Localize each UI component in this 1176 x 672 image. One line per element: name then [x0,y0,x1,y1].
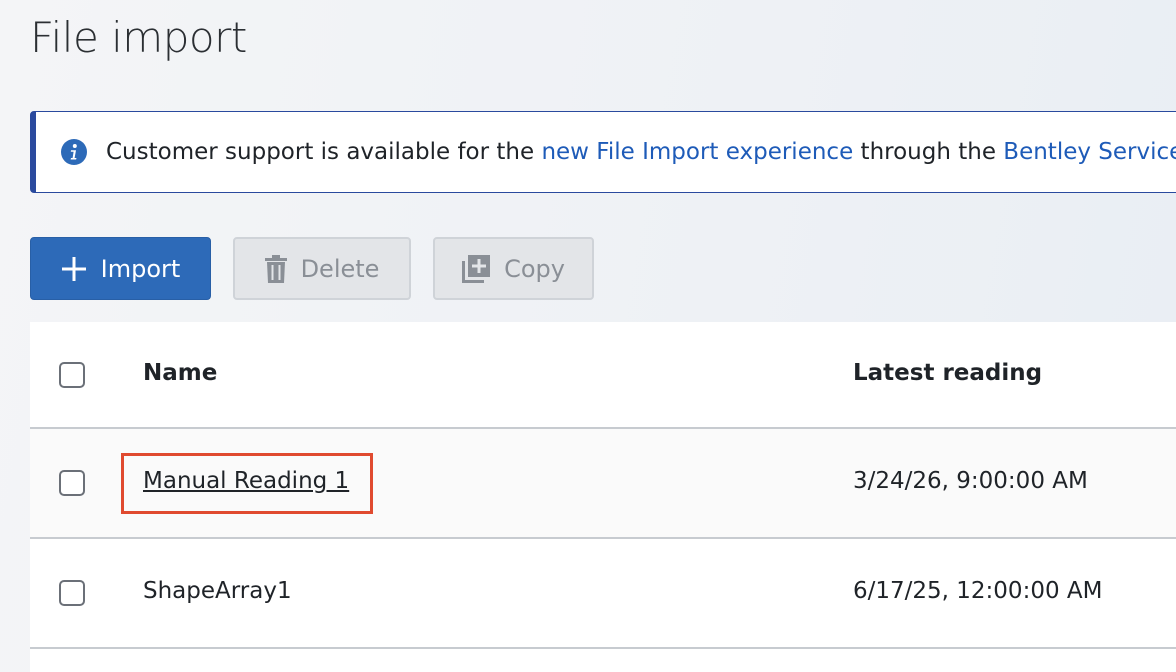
row-checkbox[interactable] [59,470,85,496]
page-title: File import [30,13,247,62]
table-row[interactable]: Manual Reading 1 3/24/26, 9:00:00 AM [30,429,1176,539]
delete-button-label: Delete [300,254,380,283]
import-button-label: Import [100,254,181,283]
copy-icon [462,254,491,283]
trash-icon [264,254,287,283]
column-header-latest-reading[interactable]: Latest reading [853,360,1042,386]
select-all-checkbox[interactable] [59,362,85,388]
row-name-link[interactable]: Manual Reading 1 [143,468,349,494]
readings-table: Name Latest reading Manual Reading 1 3/2… [30,322,1176,672]
new-file-import-link[interactable]: new File Import experience [541,139,853,165]
info-banner: Customer support is available for the ne… [30,111,1176,193]
table-header: Name Latest reading [30,322,1176,429]
info-icon [61,139,87,165]
banner-text-middle: through the [853,139,1004,165]
import-button[interactable]: Import [30,237,211,300]
bentley-services-link[interactable]: Bentley Services [1003,139,1176,165]
row-checkbox[interactable] [59,580,85,606]
row-latest-reading: 6/17/25, 12:00:00 AM [853,578,1103,604]
delete-button[interactable]: Delete [233,237,411,300]
row-name[interactable]: ShapeArray1 [143,578,292,604]
copy-button-label: Copy [504,254,565,283]
table-row[interactable]: ShapeArray1 6/17/25, 12:00:00 AM [30,539,1176,649]
banner-text: Customer support is available for the ne… [106,139,1176,165]
plus-icon [61,256,86,281]
banner-text-before: Customer support is available for the [106,139,542,165]
column-header-name[interactable]: Name [143,360,217,386]
toolbar: Import Delete Copy [30,237,594,300]
row-latest-reading: 3/24/26, 9:00:00 AM [853,468,1088,494]
copy-button[interactable]: Copy [433,237,594,300]
